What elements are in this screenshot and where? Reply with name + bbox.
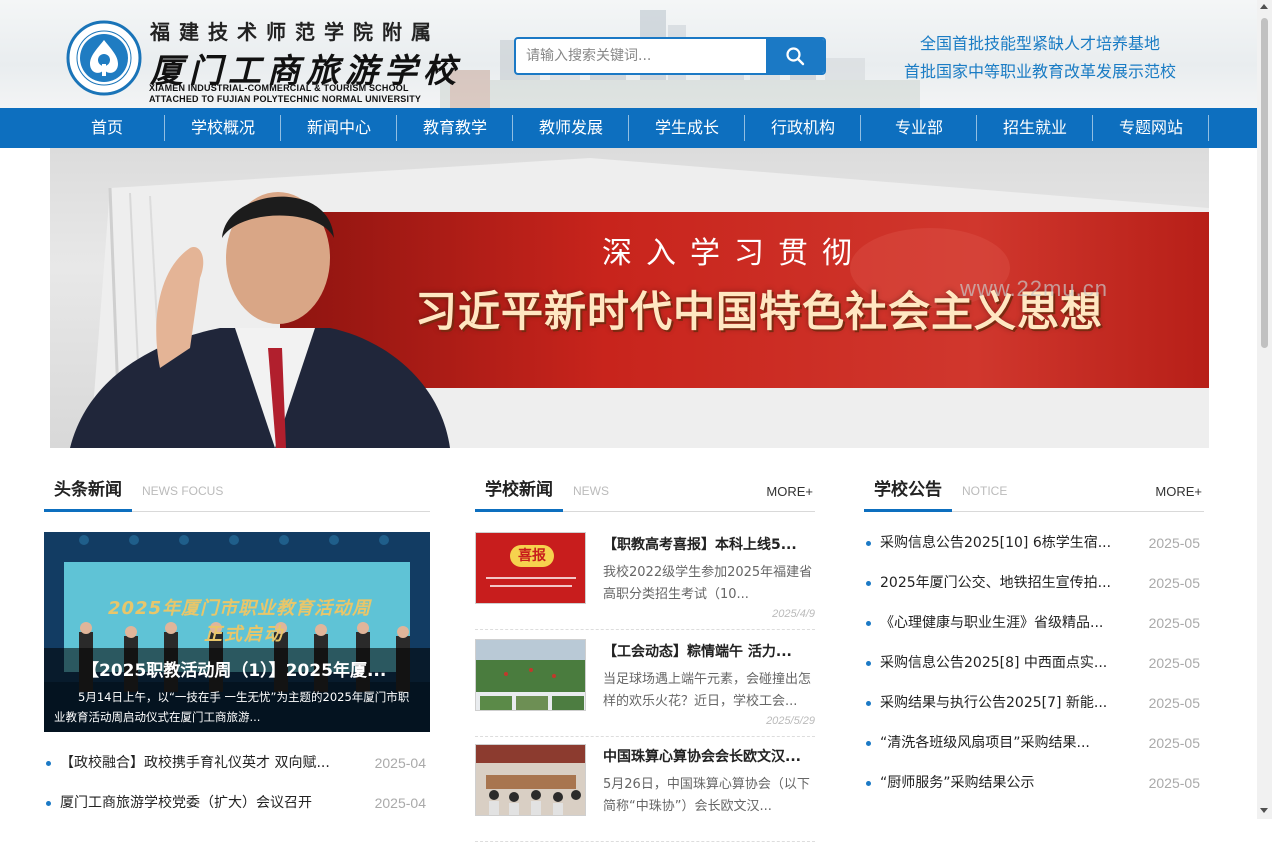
list-item-title: 厦门工商旅游学校党委（扩大）会议召开	[60, 795, 312, 811]
list-item-title: “厨师服务”采购结果公示	[880, 775, 1035, 791]
news-item[interactable]: 喜报 【职教高考喜报】本科上线5... 我校2022级学生参加2025年福建省高…	[475, 532, 815, 630]
school-news-section-header: 学校新闻 NEWS MORE+	[475, 476, 815, 512]
list-item[interactable]: 【政校融合】政校携手育礼仪英才 双向赋... 2025-04	[44, 743, 430, 783]
list-item-title: 采购信息公告2025[10] 6栋学生宿...	[880, 535, 1112, 551]
nav-item-home[interactable]: 首页	[49, 108, 165, 148]
news-desc: 当足球场遇上端午元素，会碰撞出怎样的欢乐火花？近日，学校工会...	[603, 672, 812, 709]
notice-section-header: 学校公告 NOTICE MORE+	[864, 476, 1204, 512]
headline-image-text: 2025年厦门市职业教育活动周	[108, 598, 372, 619]
nav-item-students[interactable]: 学生成长	[629, 108, 745, 148]
news-thumbnail	[475, 744, 586, 816]
nav-item-news[interactable]: 新闻中心	[281, 108, 397, 148]
headline-caption-desc: 5月14日上午，以“一技在手 一生无忧”为主题的2025年厦门市职业教育活动周启…	[54, 690, 410, 724]
search-box	[514, 37, 826, 75]
list-item-title: “清洗各班级风扇项目”采购结果...	[880, 735, 1090, 751]
list-item-date: 2025-05	[1148, 735, 1200, 751]
search-input[interactable]	[516, 39, 768, 73]
watermark-text: www.22mu.cn	[960, 276, 1108, 301]
headline-caption-title[interactable]: 【2025职教活动周（1）】2025年厦...	[54, 656, 420, 681]
news-desc: 我校2022级学生参加2025年福建省高职分类招生考试（10...	[603, 565, 813, 602]
news-thumbnail	[475, 639, 586, 711]
scrollbar-thumb[interactable]	[1261, 18, 1268, 348]
nav-item-about[interactable]: 学校概况	[165, 108, 281, 148]
news-title: 【工会动态】粽情端午 活力...	[603, 644, 792, 660]
list-item[interactable]: 采购信息公告2025[10] 6栋学生宿... 2025-05	[864, 523, 1204, 563]
school-news-more-link[interactable]: MORE+	[766, 484, 813, 499]
news-date: 2025/5/29	[766, 715, 815, 727]
list-item-date: 2025-05	[1148, 775, 1200, 791]
nav-item-education[interactable]: 教育教学	[397, 108, 513, 148]
site-header: 福建技术师范学院附属 厦门工商旅游学校 XIAMEN INDUSTRIAL-CO…	[0, 0, 1257, 108]
hero-banner[interactable]: 深入学习贯彻 习近平新时代中国特色社会主义思想 www.22mu.cn	[50, 148, 1209, 448]
school-affiliation-text: 福建技术师范学院附属	[150, 20, 440, 44]
list-item[interactable]: 采购结果与执行公告2025[7] 新能... 2025-05	[864, 683, 1204, 723]
notice-section-title[interactable]: 学校公告	[864, 476, 952, 512]
news-desc: 5月26日，中国珠算心算协会（以下简称“中珠协”）会长欧文汉...	[603, 777, 810, 814]
search-button[interactable]	[766, 39, 824, 73]
list-item[interactable]: 厦门工商旅游学校党委（扩大）会议召开 2025-04	[44, 783, 430, 823]
news-thumbnail-label: 喜报	[510, 545, 554, 567]
notice-more-link[interactable]: MORE+	[1155, 484, 1202, 499]
news-title: 【职教高考喜报】本科上线5...	[603, 537, 797, 553]
list-item[interactable]: 采购信息公告2025[8] 中西面点实... 2025-05	[864, 643, 1204, 683]
school-name-en-line2: ATTACHED TO FUJIAN POLYTECHNIC NORMAL UN…	[149, 94, 422, 104]
list-item-title: 【政校融合】政校携手育礼仪英才 双向赋...	[60, 755, 330, 771]
news-thumbnail: 喜报	[475, 532, 586, 604]
list-item-title: 采购信息公告2025[8] 中西面点实...	[880, 655, 1108, 671]
list-item-date: 2025-04	[374, 795, 426, 811]
main-nav: 首页 学校概况 新闻中心 教育教学 教师发展 学生成长 行政机构 专业部 招生就…	[0, 108, 1257, 148]
news-thumbnail-image	[476, 640, 585, 710]
headline-section-header: 头条新闻 NEWS FOCUS	[44, 476, 430, 512]
news-item[interactable]: 【工会动态】粽情端午 活力... 当足球场遇上端午元素，会碰撞出怎样的欢乐火花？…	[475, 639, 815, 737]
list-item-date: 2025-05	[1148, 575, 1200, 591]
page-scrollbar[interactable]	[1257, 0, 1272, 819]
school-logo-icon[interactable]	[66, 20, 142, 96]
school-name-en-line1: XIAMEN INDUSTRIAL-COMMERCIAL & TOURISM S…	[149, 83, 409, 93]
list-item[interactable]: 2025年厦门公交、地铁招生宣传拍... 2025-05	[864, 563, 1204, 603]
slogans: 全国首批技能型紧缺人才培养基地 首批国家中等职业教育改革发展示范校	[880, 30, 1200, 86]
news-item[interactable]: 中国珠算心算协会会长欧文汉... 5月26日，中国珠算心算协会（以下简称“中珠协…	[475, 744, 815, 842]
list-item-title: 采购结果与执行公告2025[7] 新能...	[880, 695, 1108, 711]
nav-item-teachers[interactable]: 教师发展	[513, 108, 629, 148]
list-item-date: 2025-05	[1148, 695, 1200, 711]
news-title: 中国珠算心算协会会长欧文汉...	[603, 749, 801, 765]
list-item[interactable]: 《心理健康与职业生涯》省级精品... 2025-05	[864, 603, 1204, 643]
notice-section-subtitle: NOTICE	[962, 484, 1008, 498]
list-item-date: 2025-05	[1148, 655, 1200, 671]
school-news-section-title[interactable]: 学校新闻	[475, 476, 563, 512]
scroll-up-arrow-icon[interactable]	[1260, 4, 1268, 9]
news-thumbnail-image	[476, 745, 585, 815]
banner-subtitle: 深入学习贯彻	[602, 236, 866, 271]
slogan-1: 全国首批技能型紧缺人才培养基地	[919, 34, 1160, 53]
headline-image[interactable]: 2025年厦门市职业教育活动周 正式启动 【2025职教活动周（1）】2025年…	[44, 532, 430, 732]
headline-image-text-2: 正式启动	[204, 624, 284, 645]
slogan-2: 首批国家中等职业教育改革发展示范校	[903, 62, 1176, 81]
list-item-title: 2025年厦门公交、地铁招生宣传拍...	[880, 575, 1111, 591]
search-icon	[786, 47, 805, 66]
nav-item-topics[interactable]: 专题网站	[1093, 108, 1209, 148]
scroll-down-arrow-icon[interactable]	[1260, 808, 1268, 813]
nav-item-departments[interactable]: 专业部	[861, 108, 977, 148]
list-item-date: 2025-05	[1148, 535, 1200, 551]
list-item-date: 2025-04	[374, 755, 426, 771]
list-item[interactable]: “厨师服务”采购结果公示 2025-05	[864, 763, 1204, 803]
news-date: 2025/4/9	[772, 608, 815, 620]
notice-list: 采购信息公告2025[10] 6栋学生宿... 2025-05 2025年厦门公…	[864, 523, 1204, 803]
headline-caption: 【2025职教活动周（1）】2025年厦... 5月14日上午，以“一技在手 一…	[44, 648, 430, 732]
headline-list: 【政校融合】政校携手育礼仪英才 双向赋... 2025-04 厦门工商旅游学校党…	[44, 743, 430, 823]
nav-item-administration[interactable]: 行政机构	[745, 108, 861, 148]
list-item-title: 《心理健康与职业生涯》省级精品...	[880, 615, 1104, 631]
headline-section-title[interactable]: 头条新闻	[44, 476, 132, 512]
list-item[interactable]: “清洗各班级风扇项目”采购结果... 2025-05	[864, 723, 1204, 763]
nav-item-admissions[interactable]: 招生就业	[977, 108, 1093, 148]
headline-section-subtitle: NEWS FOCUS	[142, 484, 224, 498]
school-news-section-subtitle: NEWS	[573, 484, 609, 498]
list-item-date: 2025-05	[1148, 615, 1200, 631]
